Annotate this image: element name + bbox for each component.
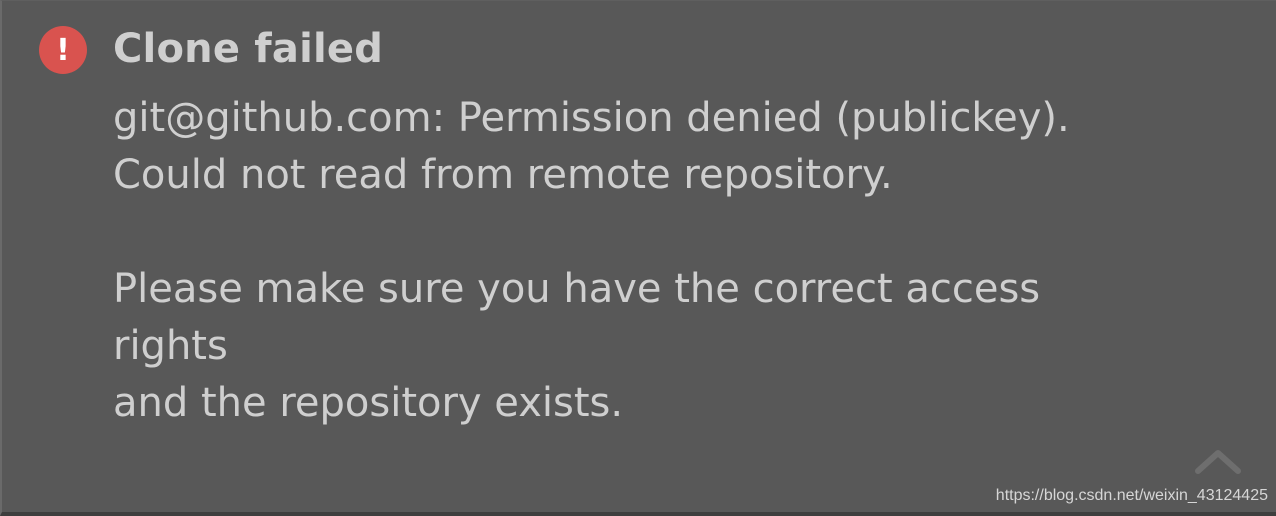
message-line: Please make sure you have the correct ac… [113, 266, 1041, 312]
notification-title: Clone failed [113, 26, 384, 72]
message-line: rights [113, 323, 228, 369]
message-line: and the repository exists. [113, 380, 624, 426]
message-line: git@github.com: Permission denied (publi… [113, 95, 1070, 141]
watermark-url: https://blog.csdn.net/weixin_43124425 [995, 487, 1268, 504]
chevron-up-icon[interactable] [1190, 441, 1246, 481]
notification-balloon: ! Clone failed git@github.com: Permissio… [0, 0, 1276, 516]
error-icon-glyph: ! [56, 33, 70, 68]
message-line: Could not read from remote repository. [113, 152, 893, 198]
message-line [113, 204, 1243, 261]
notification-message: git@github.com: Permission denied (publi… [113, 90, 1243, 432]
error-icon: ! [39, 26, 87, 74]
